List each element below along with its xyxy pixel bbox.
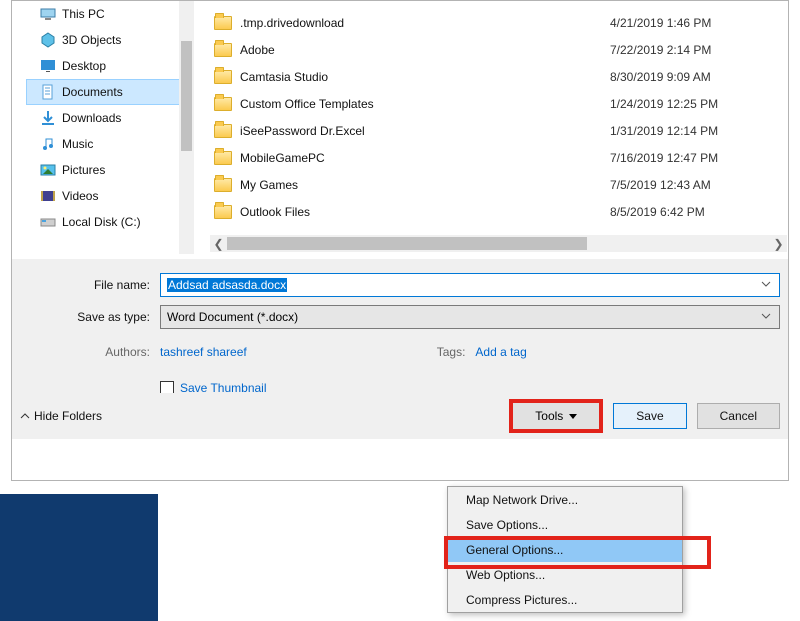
filename-label: File name: [20, 278, 160, 292]
disk-icon [40, 214, 56, 230]
file-name: Outlook Files [240, 205, 602, 219]
file-date: 8/5/2019 6:42 PM [610, 205, 705, 219]
authors-value[interactable]: tashreef shareef [160, 345, 247, 359]
bottom-bar: Hide Folders Tools Save Cancel [12, 393, 788, 439]
chevron-down-icon[interactable] [761, 278, 775, 292]
filename-input[interactable]: Addsad adsasda.docx [160, 273, 780, 297]
save-button[interactable]: Save [613, 403, 686, 429]
hide-folders-button[interactable]: Hide Folders [20, 409, 102, 423]
pc-icon [40, 6, 56, 22]
folder-icon [214, 124, 232, 138]
menu-general-options[interactable]: General Options... [448, 537, 682, 562]
saveastype-select[interactable]: Word Document (*.docx) [160, 305, 780, 329]
nav-tree[interactable]: This PC 3D Objects Desktop Documents Dow… [12, 1, 194, 254]
folder-icon [214, 70, 232, 84]
folder-icon [214, 97, 232, 111]
tags-label: Tags: [437, 345, 476, 359]
file-name: Custom Office Templates [240, 97, 602, 111]
hide-folders-label: Hide Folders [34, 409, 102, 423]
saveastype-label: Save as type: [20, 310, 160, 324]
folder-icon [214, 43, 232, 57]
scrollbar-thumb[interactable] [181, 41, 192, 151]
documents-icon [40, 84, 56, 100]
cancel-button[interactable]: Cancel [697, 403, 780, 429]
authors-label: Authors: [20, 345, 160, 359]
form-area: File name: Addsad adsasda.docx Save as t… [12, 259, 788, 439]
folder-icon [214, 151, 232, 165]
file-name: iSeePassword Dr.Excel [240, 124, 602, 138]
menu-save-options[interactable]: Save Options... [448, 512, 682, 537]
tree-item-desktop[interactable]: Desktop [12, 53, 194, 79]
file-name: My Games [240, 178, 602, 192]
file-row[interactable]: .tmp.drivedownload 4/21/2019 1:46 PM [214, 9, 787, 36]
file-date: 7/5/2019 12:43 AM [610, 178, 711, 192]
downloads-icon [40, 110, 56, 126]
videos-icon [40, 188, 56, 204]
tools-dropdown[interactable]: Map Network Drive... Save Options... Gen… [447, 486, 683, 613]
file-name: MobileGamePC [240, 151, 602, 165]
file-name: .tmp.drivedownload [240, 16, 602, 30]
chevron-down-icon[interactable] [761, 310, 775, 324]
file-date: 7/22/2019 2:14 PM [610, 43, 711, 57]
file-row[interactable]: MobileGamePC 7/16/2019 12:47 PM [214, 144, 787, 171]
file-list[interactable]: .tmp.drivedownload 4/21/2019 1:46 PM Adob… [214, 9, 787, 234]
scrollbar-track[interactable] [227, 235, 770, 252]
file-name: Adobe [240, 43, 602, 57]
tree-item-pictures[interactable]: Pictures [12, 157, 194, 183]
tree-label: Documents [62, 85, 123, 99]
tools-label: Tools [535, 409, 563, 423]
tree-label: 3D Objects [62, 33, 121, 47]
tree-item-this-pc[interactable]: This PC [12, 1, 194, 27]
file-date: 1/24/2019 12:25 PM [610, 97, 718, 111]
background-strip [0, 494, 158, 621]
file-date: 8/30/2019 9:09 AM [610, 70, 711, 84]
file-row[interactable]: Adobe 7/22/2019 2:14 PM [214, 36, 787, 63]
file-row[interactable]: Custom Office Templates 1/24/2019 12:25 P… [214, 90, 787, 117]
tree-item-local-disk[interactable]: Local Disk (C:) [12, 209, 194, 235]
tree-item-3d-objects[interactable]: 3D Objects [12, 27, 194, 53]
tree-label: Music [62, 137, 93, 151]
folder-icon [214, 16, 232, 30]
scroll-right-icon[interactable]: ❯ [770, 235, 787, 252]
tree-scrollbar[interactable] [179, 1, 194, 254]
pictures-icon [40, 162, 56, 178]
scrollbar-thumb[interactable] [227, 237, 587, 250]
file-row[interactable]: iSeePassword Dr.Excel 1/31/2019 12:14 PM [214, 117, 787, 144]
saveastype-value: Word Document (*.docx) [167, 310, 298, 324]
tree-label: Downloads [62, 111, 121, 125]
tree-label: Local Disk (C:) [62, 215, 141, 229]
chevron-up-icon [20, 411, 30, 421]
filename-value: Addsad adsasda.docx [167, 278, 287, 292]
menu-compress-pictures[interactable]: Compress Pictures... [448, 587, 682, 612]
file-row[interactable]: Camtasia Studio 8/30/2019 9:09 AM [214, 63, 787, 90]
file-name: Camtasia Studio [240, 70, 602, 84]
folder-icon [214, 178, 232, 192]
file-date: 7/16/2019 12:47 PM [610, 151, 718, 165]
save-as-dialog: This PC 3D Objects Desktop Documents Dow… [11, 0, 789, 481]
file-row[interactable]: My Games 7/5/2019 12:43 AM [214, 171, 787, 198]
caret-down-icon [569, 414, 577, 419]
file-date: 1/31/2019 12:14 PM [610, 124, 718, 138]
music-icon [40, 136, 56, 152]
tree-item-music[interactable]: Music [12, 131, 194, 157]
folder-icon [214, 205, 232, 219]
scroll-left-icon[interactable]: ❮ [210, 235, 227, 252]
tree-item-downloads[interactable]: Downloads [12, 105, 194, 131]
menu-map-network-drive[interactable]: Map Network Drive... [448, 487, 682, 512]
tree-label: Pictures [62, 163, 105, 177]
file-date: 4/21/2019 1:46 PM [610, 16, 711, 30]
highlight-tools: Tools [509, 399, 603, 433]
desktop-icon [40, 58, 56, 74]
tree-label: Desktop [62, 59, 106, 73]
horizontal-scrollbar[interactable]: ❮ ❯ [210, 235, 787, 252]
tree-item-documents[interactable]: Documents [26, 79, 194, 105]
file-row[interactable]: Outlook Files 8/5/2019 6:42 PM [214, 198, 787, 225]
tools-button[interactable]: Tools [513, 403, 599, 429]
tags-value[interactable]: Add a tag [475, 345, 526, 359]
tree-label: This PC [62, 7, 105, 21]
tree-item-videos[interactable]: Videos [12, 183, 194, 209]
tree-label: Videos [62, 189, 98, 203]
menu-web-options[interactable]: Web Options... [448, 562, 682, 587]
3d-icon [40, 32, 56, 48]
